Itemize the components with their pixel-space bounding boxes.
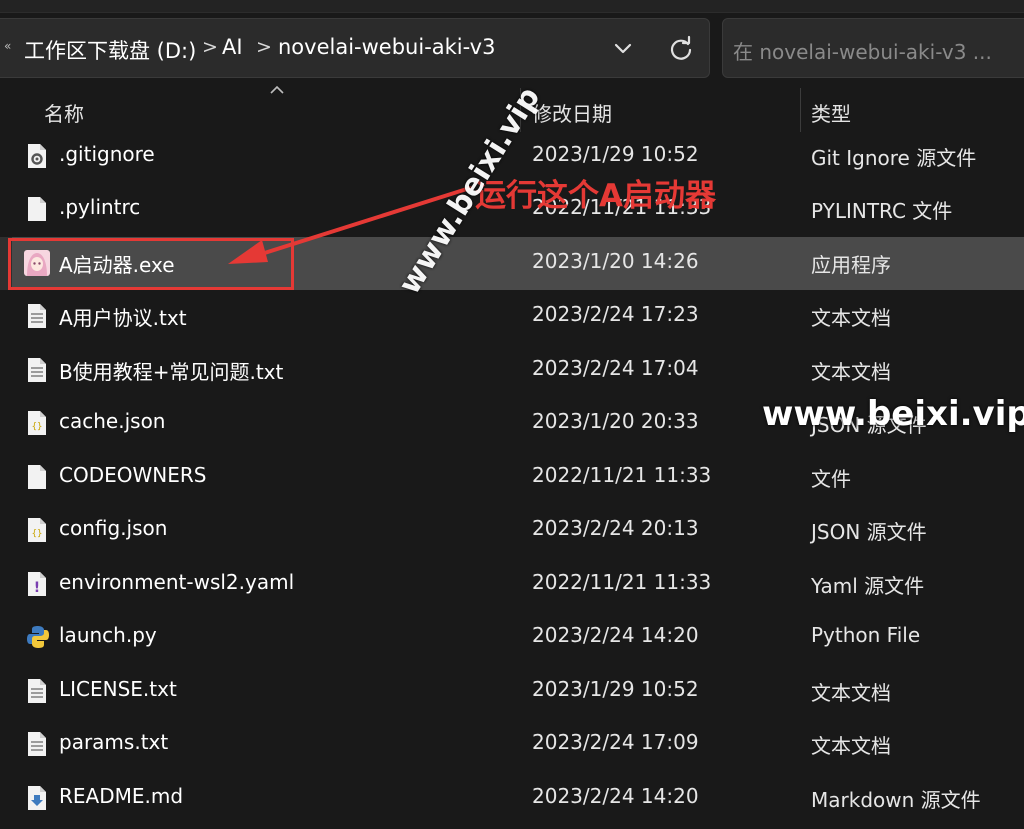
file-type: Git Ignore 源文件 (811, 146, 977, 170)
file-type: Yaml 源文件 (811, 574, 925, 598)
file-row[interactable]: README.md 2023/2/24 14:20 Markdown 源文件 (0, 772, 1024, 825)
annotation-text: 运行这个A启动器 (475, 178, 716, 214)
file-type: 文件 (811, 467, 851, 491)
file-name: .gitignore (59, 142, 155, 166)
file-date: 2023/2/24 20:13 (532, 516, 699, 540)
file-type: 文本文档 (811, 681, 891, 705)
file-date: 2023/1/20 20:33 (532, 409, 699, 433)
watermark-right: www.beixi.vip (762, 394, 1024, 434)
file-name: config.json (59, 516, 168, 540)
file-name: params.txt (59, 730, 169, 754)
file-row[interactable]: A用户协议.txt 2023/2/24 17:23 文本文档 (0, 290, 1024, 343)
markdown-file-icon (28, 786, 46, 810)
breadcrumb-item-ai[interactable]: AI (222, 35, 243, 59)
file-name: .pylintrc (59, 195, 141, 219)
text-file-icon (28, 358, 46, 382)
file-type: PYLINTRC 文件 (811, 199, 953, 223)
json-file-icon: {} (28, 411, 46, 435)
blank-file-icon (28, 197, 46, 221)
svg-text:!: ! (34, 580, 40, 596)
chevron-down-icon[interactable] (608, 34, 638, 64)
file-row[interactable]: params.txt 2023/2/24 17:09 文本文档 (0, 718, 1024, 771)
file-name: README.md (59, 784, 184, 808)
file-row[interactable]: {} config.json 2023/2/24 20:13 JSON 源文件 (0, 504, 1024, 557)
file-type: 文本文档 (811, 306, 891, 330)
file-name: A用户协议.txt (59, 306, 187, 330)
column-header-type[interactable]: 类型 (811, 98, 851, 127)
file-type: JSON 源文件 (811, 520, 927, 544)
file-name: CODEOWNERS (59, 463, 207, 487)
search-input[interactable]: 在 novelai-webui-aki-v3 ... (733, 36, 992, 65)
file-date: 2023/2/24 17:09 (532, 730, 699, 754)
file-date: 2023/1/20 14:26 (532, 249, 699, 273)
file-row[interactable]: LICENSE.txt 2023/1/29 10:52 文本文档 (0, 665, 1024, 718)
file-name: environment-wsl2.yaml (59, 570, 295, 594)
python-file-icon (27, 626, 49, 648)
column-header-name[interactable]: 名称 (44, 98, 84, 127)
breadcrumb-separator: > (202, 36, 218, 58)
file-type: 文本文档 (811, 360, 891, 384)
file-date: 2022/11/21 11:33 (532, 463, 712, 487)
svg-text:{}: {} (32, 422, 43, 432)
address-bar[interactable]: « 工作区下载盘 (D:) > AI > novelai-webui-aki-v… (0, 18, 710, 78)
file-date: 2023/2/24 17:04 (532, 356, 699, 380)
svg-text:{}: {} (32, 529, 43, 539)
highlight-box (8, 238, 294, 290)
text-file-icon (28, 732, 46, 756)
title-bar-strip (0, 0, 1024, 13)
blank-file-icon (28, 465, 46, 489)
json-file-icon: {} (28, 518, 46, 542)
file-date: 2023/2/24 14:20 (532, 784, 699, 808)
yaml-file-icon: ! (28, 572, 46, 596)
file-name: LICENSE.txt (59, 677, 177, 701)
search-box[interactable]: 在 novelai-webui-aki-v3 ... (722, 18, 1024, 78)
breadcrumb-item-folder[interactable]: novelai-webui-aki-v3 (278, 35, 495, 59)
file-row[interactable]: B使用教程+常见问题.txt 2023/2/24 17:04 文本文档 (0, 344, 1024, 397)
column-divider[interactable] (800, 88, 801, 132)
expand-path-icon[interactable]: « (4, 39, 11, 53)
file-date: 2023/2/24 14:20 (532, 623, 699, 647)
file-date: 2023/1/29 10:52 (532, 142, 699, 166)
breadcrumb-separator: > (256, 36, 272, 58)
file-type: Markdown 源文件 (811, 788, 981, 812)
refresh-icon[interactable] (666, 34, 696, 64)
gear-file-icon (28, 144, 46, 168)
file-date: 2023/2/24 17:23 (532, 302, 699, 326)
text-file-icon (28, 304, 46, 328)
file-type: 应用程序 (811, 253, 891, 277)
file-name: launch.py (59, 623, 157, 647)
breadcrumb-item-drive[interactable]: 工作区下载盘 (D:) (24, 35, 196, 65)
file-name: cache.json (59, 409, 166, 433)
file-date: 2023/1/29 10:52 (532, 677, 699, 701)
file-row[interactable]: CODEOWNERS 2022/11/21 11:33 文件 (0, 451, 1024, 504)
file-type: 文本文档 (811, 734, 891, 758)
file-name: B使用教程+常见问题.txt (59, 360, 284, 384)
file-type: Python File (811, 623, 921, 647)
file-row[interactable]: ! environment-wsl2.yaml 2022/11/21 11:33… (0, 558, 1024, 611)
file-row[interactable]: launch.py 2023/2/24 14:20 Python File (0, 611, 1024, 664)
text-file-icon (28, 679, 46, 703)
file-date: 2022/11/21 11:33 (532, 570, 712, 594)
sort-ascending-icon (270, 85, 284, 94)
